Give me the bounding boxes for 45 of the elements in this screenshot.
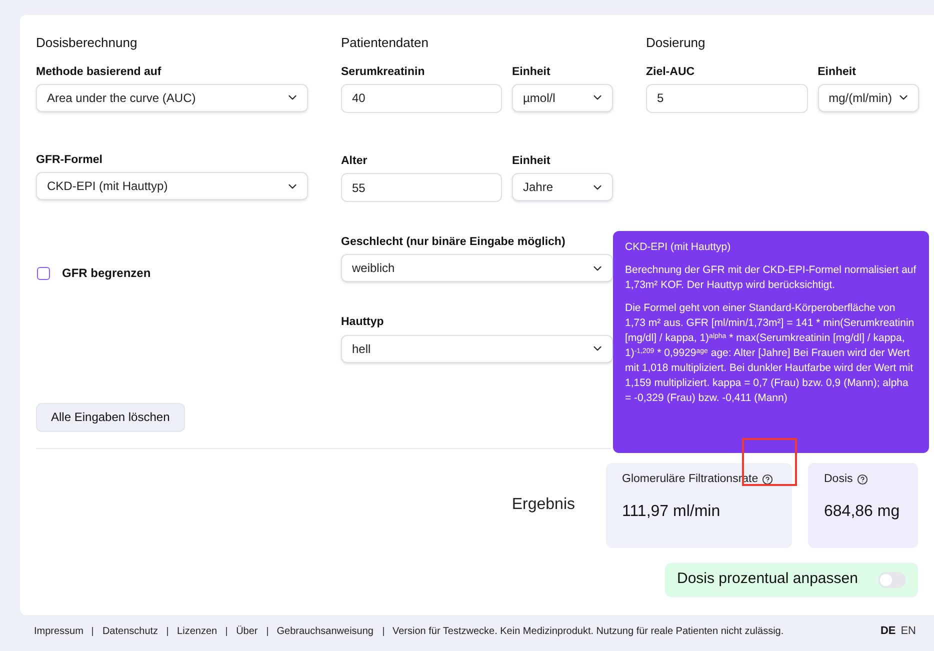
dropdown[interactable]: Area under the curve (AUC) [36, 84, 308, 112]
field-label: Einheit [512, 64, 552, 80]
adjust-label: Dosis prozentual anpassen [677, 569, 858, 590]
field-label: Methode basierend auf [36, 64, 162, 80]
dropdown[interactable]: mg/(ml/min) [818, 84, 919, 112]
result-label: Ergebnis [512, 495, 575, 515]
disclaimer: Version für Testzwecke. Kein Medizinprodukt. Nutzung für reale Patienten nicht zulässig. [392, 625, 784, 639]
field-label: Hauttyp [341, 315, 385, 330]
section-heading: Dosisberechnung [36, 34, 138, 52]
footer-link[interactable]: Datenschutz [102, 624, 158, 639]
field-label: Einheit [818, 64, 857, 80]
field-label: Serumkreatinin [341, 64, 426, 80]
clear-button[interactable]: Alle Eingaben löschen [36, 402, 185, 432]
dropdown[interactable]: weiblich [341, 254, 613, 282]
input-field[interactable]: 40 [341, 84, 502, 113]
input-field[interactable]: 5 [646, 84, 808, 113]
footer-link[interactable]: Über [236, 624, 258, 639]
checkbox[interactable] [37, 266, 50, 280]
result-value: 111,97 ml/min [622, 502, 722, 522]
language-link[interactable]: DE [880, 623, 896, 640]
footer-link[interactable]: Gebrauchsanweisung [276, 624, 374, 639]
section-heading: Dosierung [646, 34, 706, 52]
field-label: Alter [341, 154, 368, 169]
footer-link[interactable]: Impressum [34, 624, 84, 639]
result-value: 684,86 mg [824, 502, 901, 522]
tooltip-text: Berechnung der GFR mit der CKD-EPI-Formel normalisiert auf 1,73m² KOF. Der Hauttyp wird berücksichtigt. [625, 263, 917, 293]
section-heading: Patientendaten [341, 34, 430, 52]
input-field[interactable]: 55 [341, 173, 502, 202]
checkbox-label: GFR begrenzen [62, 265, 151, 282]
field-label: Einheit [512, 154, 552, 169]
result-title: Dosis [824, 472, 853, 486]
tooltip-text: Die Formel geht von einer Standard-Körperoberfläche von 1,73 m² aus. GFR [ml/min/1,73m²] = 141 * min(Serumkreatinin [mg/dl] / kappa, 1)$^{alpha}$ * max(Serumkreatinin [mg/dl] / kappa, 1)$^{-1,209}$ * 0,9929$^{age}$ age: Alter [Jahre] Bei Frauen wird der Wert mit 1,018 multipliziert. Bei dunkler Hautfarbe wird der Wert mit 1,159 multipliziert. kappa = 0,7 (Frau) bzw. 0,9 (Mann); alpha = -0,329 (Frau) bzw. -0,411 (Mann) [625, 301, 916, 406]
language-link[interactable]: EN [900, 623, 916, 640]
field-label: GFR-Formel [36, 152, 104, 168]
field-label: Ziel-AUC [646, 64, 696, 80]
field-label: Geschlecht (nur binäre Eingabe möglich) [341, 235, 566, 250]
dropdown[interactable]: µmol/l [512, 84, 613, 112]
dropdown[interactable]: hell [341, 334, 613, 362]
help-icon[interactable] [762, 474, 774, 485]
dropdown[interactable]: Jahre [512, 173, 613, 201]
help-icon[interactable] [856, 474, 868, 485]
toggle-switch[interactable] [878, 572, 906, 588]
tooltip-title: CKD-EPI (mit Hauttyp) [625, 240, 732, 255]
footer-link[interactable]: Lizenzen [177, 624, 218, 639]
dropdown[interactable]: CKD-EPI (mit Hauttyp) [36, 172, 308, 200]
